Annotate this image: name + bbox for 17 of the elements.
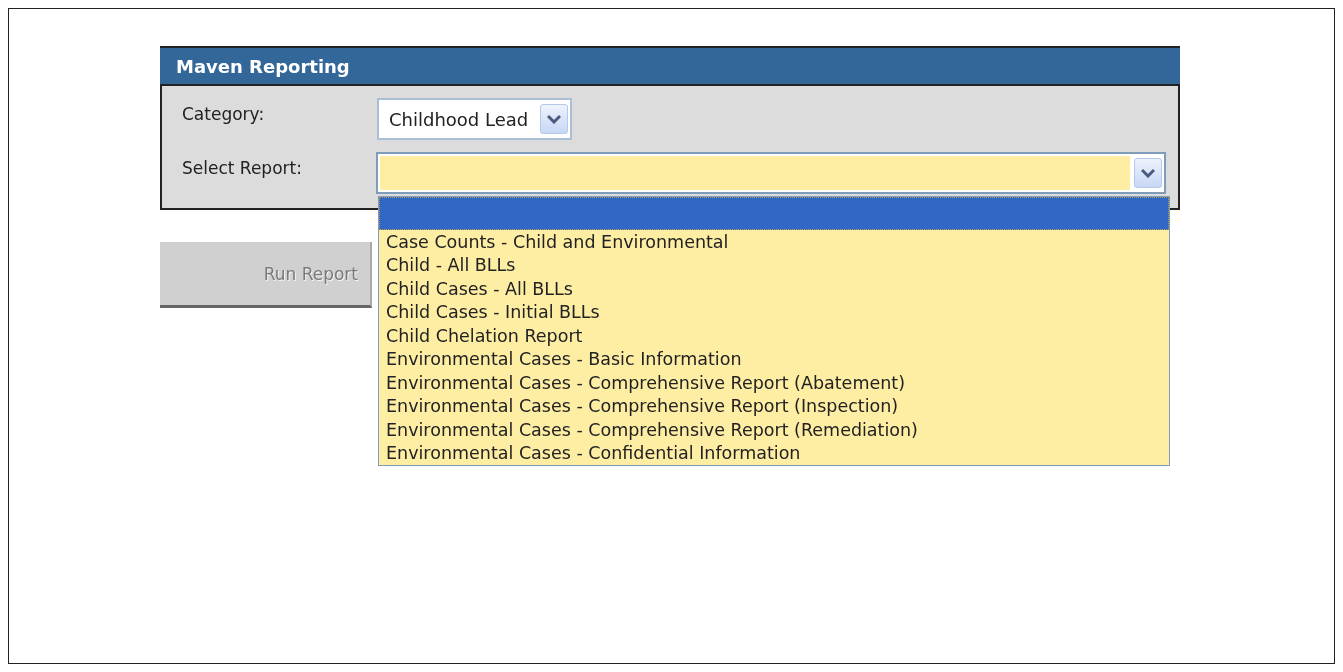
report-option[interactable]: Environmental Cases - Comprehensive Report (Abatement): [379, 371, 1169, 395]
report-option[interactable]: Child Cases - Initial BLLs: [379, 300, 1169, 324]
report-option[interactable]: Child - All BLLs: [379, 253, 1169, 277]
report-option[interactable]: Case Counts - Child and Environmental: [379, 230, 1169, 254]
category-select[interactable]: Childhood Lead: [377, 98, 573, 140]
report-option[interactable]: Child Chelation Report: [379, 324, 1169, 348]
category-label: Category:: [182, 103, 266, 124]
report-option[interactable]: Environmental Cases - Comprehensive Report (Inspection): [379, 394, 1169, 418]
report-option[interactable]: Environmental Cases - Confidential Information: [379, 441, 1169, 465]
panel-title: Maven Reporting: [160, 46, 1180, 86]
chevron-down-icon: [1141, 168, 1155, 178]
chevron-down-icon: [547, 114, 562, 124]
report-option[interactable]: [379, 197, 1169, 230]
report-option[interactable]: Child Cases - All BLLs: [379, 277, 1169, 301]
report-label: Select Report:: [182, 157, 303, 178]
report-option[interactable]: Environmental Cases - Basic Information: [379, 347, 1169, 371]
report-option[interactable]: Environmental Cases - Comprehensive Report (Remediation): [379, 418, 1169, 442]
